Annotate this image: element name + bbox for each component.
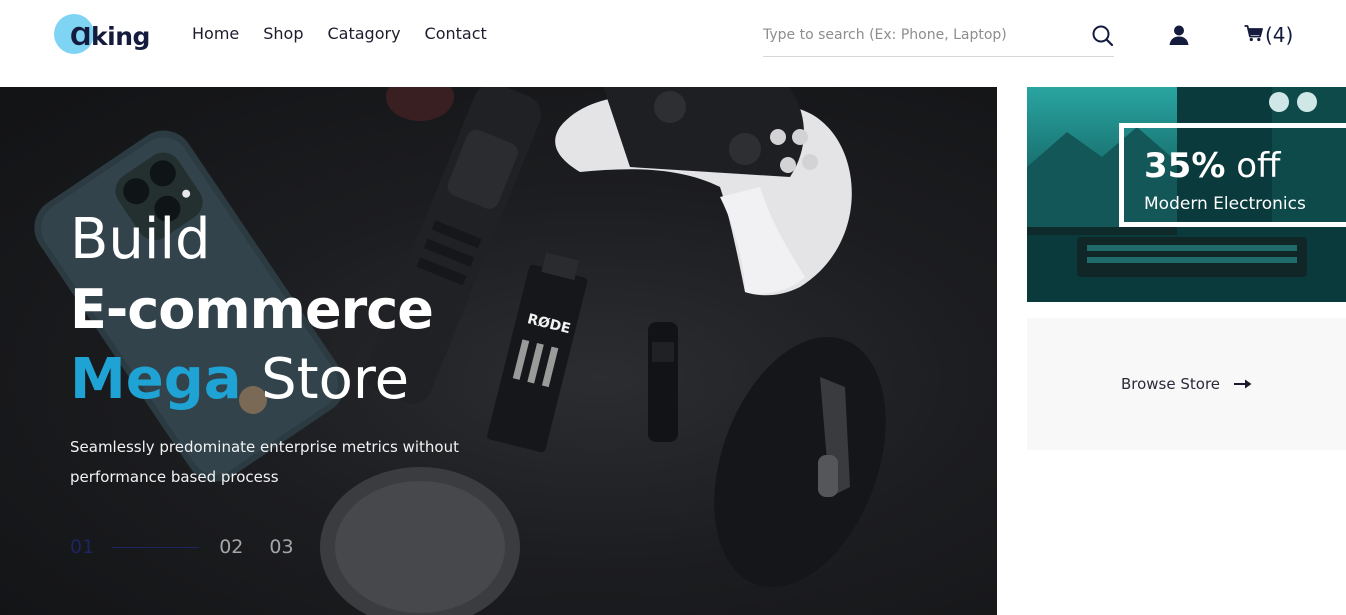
hero-slider: RØDE Build E-commerce Mega Store Seamles…: [0, 87, 997, 615]
logo-text: Ɑking: [70, 22, 150, 51]
site-logo[interactable]: Ɑking: [54, 14, 164, 58]
nav-shop[interactable]: Shop: [263, 24, 303, 43]
hero-word-store: Store: [261, 347, 410, 412]
hero-line-mega-store: Mega Store: [70, 345, 433, 415]
hero-highlight-mega: Mega: [70, 347, 242, 412]
cart-icon: [1244, 24, 1263, 46]
slide-dot-2[interactable]: 02: [219, 536, 243, 558]
search-icon[interactable]: [1092, 24, 1114, 48]
arrow-right-icon: [1234, 379, 1252, 389]
promo-off-word: off: [1236, 146, 1281, 186]
nav-home[interactable]: Home: [192, 24, 239, 43]
hero-line-build: Build: [70, 207, 211, 272]
hero-line-ecommerce: E-commerce: [70, 278, 434, 341]
main-nav: Home Shop Catagory Contact: [192, 24, 511, 43]
hero-headline: Build E-commerce Mega Store: [70, 205, 434, 415]
slide-progress-line: [112, 546, 200, 548]
slide-pagination: 01 02 03: [70, 536, 294, 558]
nav-contact[interactable]: Contact: [425, 24, 487, 43]
user-icon[interactable]: [1168, 24, 1190, 46]
promo-percent: 35%: [1144, 146, 1226, 186]
nav-category[interactable]: Catagory: [328, 24, 401, 43]
hero-description: Seamlessly predominate enterprise metric…: [70, 438, 459, 486]
browse-store-button[interactable]: Browse Store: [1027, 318, 1346, 450]
promo-subtitle: Modern Electronics: [1144, 194, 1306, 214]
promo-offer-box: 35% off Modern Electronics: [1119, 123, 1346, 227]
slide-dot-1[interactable]: 01: [70, 536, 94, 558]
site-header: Ɑking Home Shop Catagory Contact Type to…: [0, 0, 1346, 87]
cart-button[interactable]: (4): [1244, 22, 1293, 48]
slide-dot-3[interactable]: 03: [269, 536, 293, 558]
search-bar: [763, 22, 1114, 57]
promo-banner[interactable]: 35% off Modern Electronics: [1027, 87, 1346, 302]
browse-store-label: Browse Store: [1120, 375, 1221, 393]
search-input[interactable]: [763, 22, 1083, 48]
cart-count: (4): [1265, 23, 1294, 47]
promo-discount: 35% off: [1144, 146, 1280, 186]
